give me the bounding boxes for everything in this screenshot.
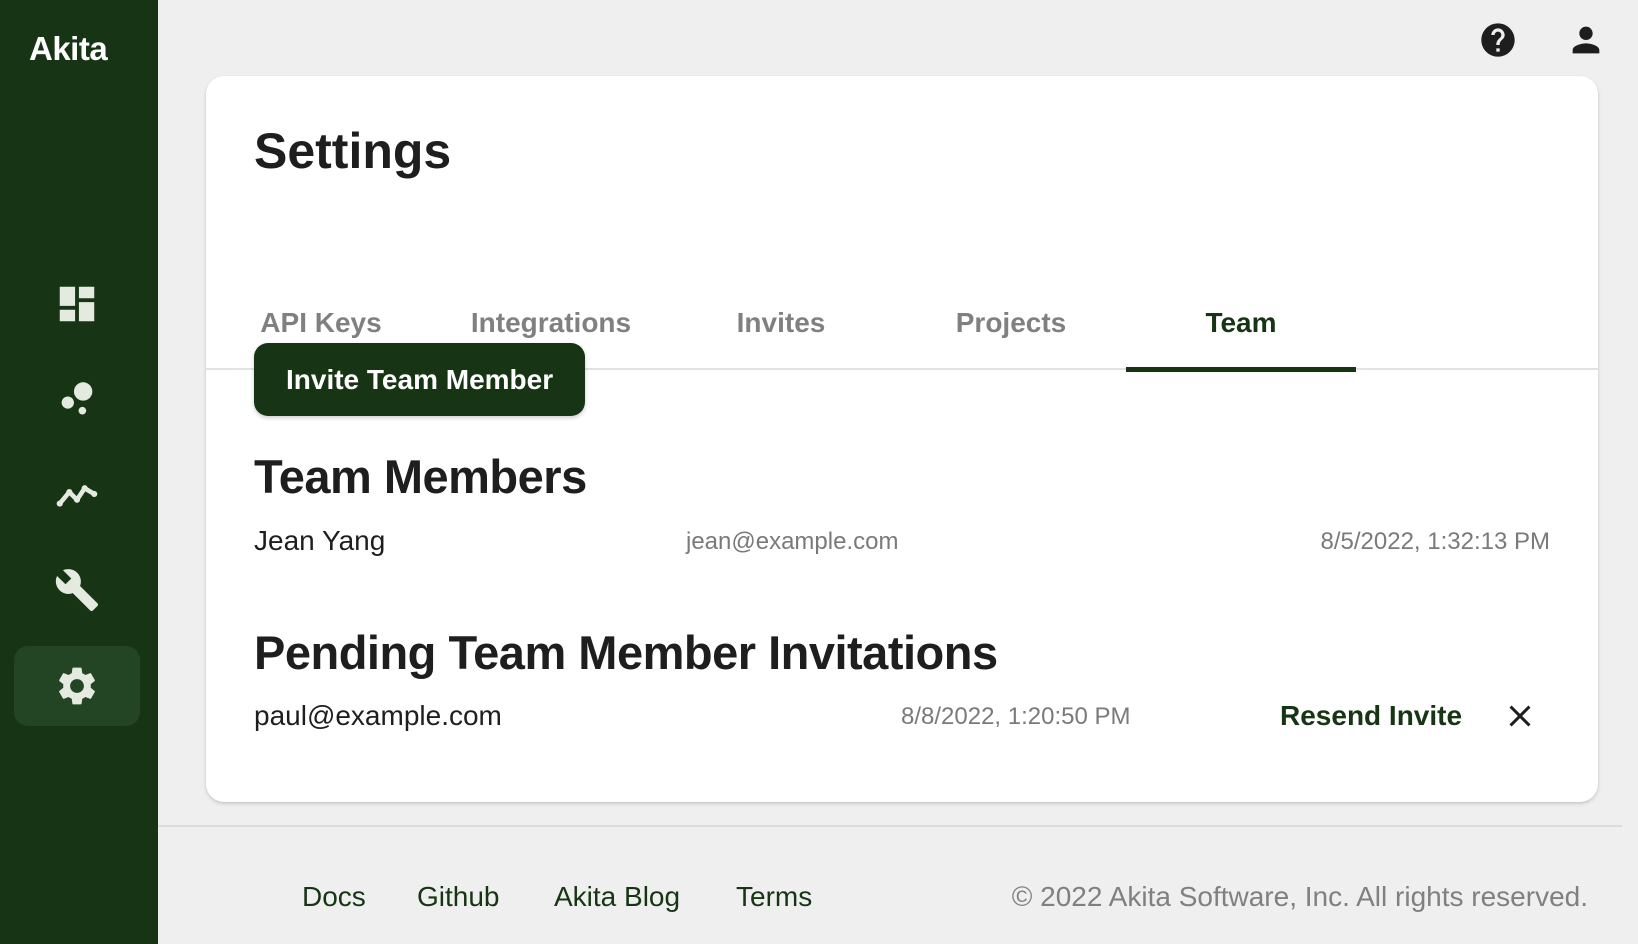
member-joined-date: 8/5/2022, 1:32:13 PM — [1320, 528, 1551, 555]
akita-logo[interactable]: Akita — [29, 30, 108, 68]
close-icon — [1509, 705, 1531, 727]
sidebar-item-bubbles[interactable] — [14, 358, 140, 438]
sidebar-item-dashboard[interactable] — [14, 264, 140, 344]
resend-invite-button[interactable]: Resend Invite — [1280, 700, 1462, 732]
footer-divider — [158, 825, 1622, 827]
footer-link-github[interactable]: Github — [417, 881, 500, 913]
footer-link-akita-blog[interactable]: Akita Blog — [554, 881, 680, 913]
invite-date: 8/8/2022, 1:20:50 PM — [901, 703, 1131, 730]
help-button[interactable] — [1478, 20, 1518, 60]
invite-team-member-button[interactable]: Invite Team Member — [254, 343, 586, 416]
account-button[interactable] — [1566, 20, 1606, 60]
sidebar: Akita — [0, 0, 158, 944]
member-name: Jean Yang — [254, 525, 386, 556]
team-members-title: Team Members — [254, 450, 587, 503]
sidebar-item-metrics[interactable] — [14, 454, 140, 534]
footer-link-terms[interactable]: Terms — [736, 881, 812, 913]
tab-invites[interactable]: Invites — [666, 276, 896, 370]
sidebar-item-settings[interactable] — [14, 646, 140, 726]
tab-team[interactable]: Team — [1126, 276, 1356, 372]
wrench-icon — [55, 569, 99, 612]
dashboard-icon — [59, 286, 95, 322]
bubble-chart-icon — [61, 382, 93, 415]
line-chart-icon — [56, 485, 98, 507]
help-icon — [1481, 23, 1515, 57]
page-title: Settings — [254, 123, 452, 179]
invite-email: paul@example.com — [254, 700, 502, 731]
settings-card: Settings API Keys Integrations Invites P… — [206, 76, 1598, 802]
copyright-text: © 2022 Akita Software, Inc. All rights r… — [1011, 881, 1588, 912]
remove-invite-button[interactable] — [1500, 696, 1540, 736]
account-icon — [1572, 26, 1600, 54]
pending-invitations-title: Pending Team Member Invitations — [254, 626, 998, 679]
tab-projects[interactable]: Projects — [896, 276, 1126, 370]
gear-icon — [59, 667, 95, 705]
sidebar-item-tools[interactable] — [14, 550, 140, 630]
member-email: jean@example.com — [686, 528, 899, 555]
footer-link-docs[interactable]: Docs — [302, 881, 366, 913]
